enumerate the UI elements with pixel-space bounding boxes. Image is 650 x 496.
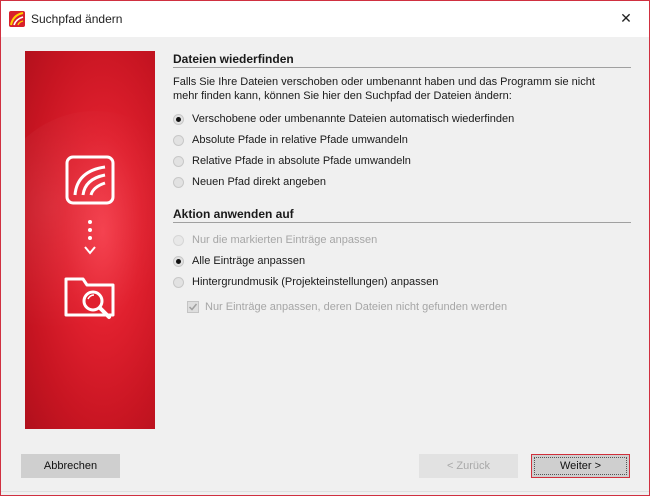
section-divider [173,67,631,68]
next-button-label: Weiter > [559,460,602,472]
close-button[interactable]: ✕ [603,1,649,37]
radio-label: Hintergrundmusik (Projekteinstellungen) … [192,276,439,288]
radio-selected-entries-only[interactable]: Nur die markierten Einträge anpassen [173,232,377,248]
folder-search-icon [64,277,115,319]
radio-button[interactable] [173,176,184,188]
radio-new-path[interactable]: Neuen Pfad direkt angeben [173,174,326,190]
radio-label: Relative Pfade in absolute Pfade umwande… [192,155,411,167]
radio-relative-to-absolute[interactable]: Relative Pfade in absolute Pfade umwande… [173,153,411,169]
close-icon: ✕ [620,11,632,27]
window-title: Suchpfad ändern [31,12,123,26]
radio-auto-find[interactable]: Verschobene oder umbenannte Dateien auto… [173,111,514,127]
checkbox-label: Nur Einträge anpassen, deren Dateien nic… [205,301,508,313]
section-divider [173,222,631,223]
radio-button[interactable] [173,234,184,246]
back-button[interactable]: < Zurück [419,454,518,478]
title-bar[interactable]: Suchpfad ändern ✕ [1,1,649,37]
app-logo-icon [9,11,25,27]
cancel-button[interactable]: Abbrechen [21,454,120,478]
radio-absolute-to-relative[interactable]: Absolute Pfade in relative Pfade umwande… [173,132,408,148]
radio-background-music[interactable]: Hintergrundmusik (Projekteinstellungen) … [173,274,438,290]
checkbox[interactable] [187,301,199,313]
checkbox-missing-files-only[interactable]: Nur Einträge anpassen, deren Dateien nic… [187,301,507,313]
curves-document-icon [65,155,115,205]
dotted-arrow-down-icon [84,220,96,255]
next-button[interactable]: Weiter > [531,454,630,478]
radio-label: Absolute Pfade in relative Pfade umwande… [192,134,408,146]
radio-button[interactable] [173,134,184,146]
checkmark-icon [188,303,198,311]
radio-button[interactable] [173,113,184,125]
section-title-apply-action: Aktion anwenden auf [173,207,294,221]
section-title-find-files: Dateien wiederfinden [173,52,294,66]
radio-label: Alle Einträge anpassen [192,255,306,267]
radio-all-entries[interactable]: Alle Einträge anpassen [173,253,305,269]
dialog-window: Suchpfad ändern ✕ Dateien wiederfinden F… [0,0,650,496]
radio-button[interactable] [173,255,184,267]
bottom-divider [1,491,649,492]
find-files-description: Falls Sie Ihre Dateien verschoben oder u… [173,76,595,102]
radio-label: Nur die markierten Einträge anpassen [192,234,378,246]
radio-button[interactable] [173,155,184,167]
radio-label: Neuen Pfad direkt angeben [192,176,326,188]
radio-label: Verschobene oder umbenannte Dateien auto… [192,113,515,125]
radio-button[interactable] [173,276,184,288]
decorative-side-panel [25,51,155,429]
